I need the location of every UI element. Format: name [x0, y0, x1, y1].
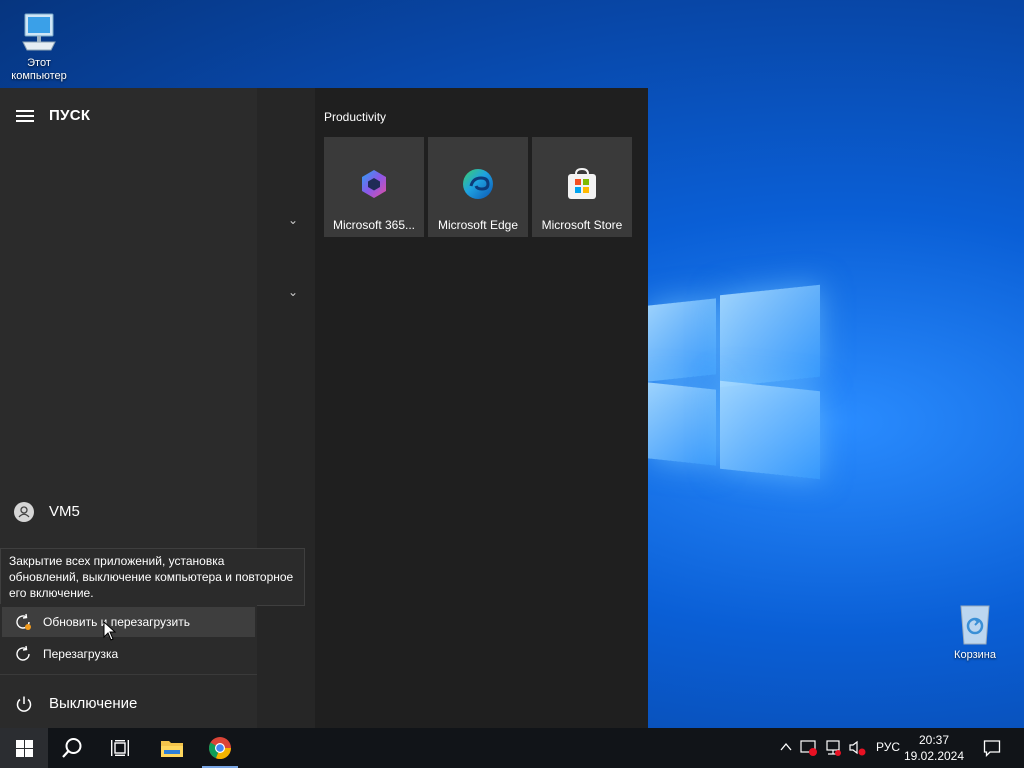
update-restart-icon — [14, 613, 32, 631]
tile-microsoft-365[interactable]: Microsoft 365... — [324, 137, 424, 237]
chrome-icon — [208, 737, 232, 760]
volume-tray-button[interactable] — [847, 728, 867, 768]
desktop-icon-label: Этот компьютер — [11, 57, 67, 82]
security-warning-icon — [800, 740, 817, 756]
store-icon — [565, 167, 599, 201]
start-header: ПУСК — [0, 102, 257, 130]
desktop-icon-label: Корзина — [954, 649, 996, 661]
network-tray-button[interactable] — [823, 728, 843, 768]
power-icon — [14, 694, 34, 714]
security-tray-button[interactable] — [799, 728, 819, 768]
user-avatar-icon — [14, 502, 34, 522]
show-hidden-icons-button[interactable] — [778, 728, 794, 768]
task-view-button[interactable] — [96, 728, 144, 768]
chevron-down-icon[interactable]: ⌄ — [288, 213, 298, 227]
folder-icon — [161, 741, 183, 757]
tile-group-title: Productivity — [324, 110, 387, 124]
restart-icon — [14, 645, 32, 663]
start-collapsed-list: ⌄ ⌄ — [257, 88, 315, 728]
search-icon — [62, 738, 82, 758]
start-title: ПУСК — [49, 107, 91, 124]
option-label: Перезагрузка — [43, 647, 119, 661]
restart-option[interactable]: Перезагрузка — [2, 639, 255, 669]
recycle-bin-icon — [953, 602, 997, 646]
tile-microsoft-edge[interactable]: Microsoft Edge — [428, 137, 528, 237]
computer-icon — [17, 10, 61, 54]
language-indicator[interactable]: РУС — [876, 740, 900, 754]
volume-muted-icon — [849, 740, 866, 756]
user-name: VM5 — [49, 503, 80, 520]
action-center-button[interactable] — [978, 728, 1006, 768]
power-submenu: Обновить и перезагрузить Перезагрузка — [0, 604, 257, 672]
mouse-cursor-icon — [103, 620, 117, 646]
microsoft-365-icon — [357, 167, 391, 201]
file-explorer-button[interactable] — [148, 728, 196, 768]
start-menu: ПУСК VM5 Выключение ⌄ ⌄ Productivity Mic… — [0, 88, 648, 728]
search-button[interactable] — [48, 728, 96, 768]
chevron-down-icon[interactable]: ⌄ — [288, 285, 298, 299]
user-account-button[interactable]: VM5 — [0, 495, 257, 529]
tooltip: Закрытие всех приложений, установка обно… — [0, 548, 305, 606]
chevron-up-icon — [780, 742, 792, 751]
clock-date: 19.02.2024 — [903, 749, 965, 763]
chrome-button[interactable] — [196, 728, 244, 768]
start-button[interactable] — [0, 728, 48, 768]
tile-label: Microsoft Edge — [437, 218, 519, 232]
network-icon — [826, 740, 841, 756]
taskbar: РУС 20:37 19.02.2024 — [0, 728, 1024, 768]
edge-icon — [461, 167, 495, 201]
hamburger-menu-icon[interactable] — [16, 110, 34, 122]
update-and-restart-option[interactable]: Обновить и перезагрузить — [2, 607, 255, 637]
power-button[interactable]: Выключение — [0, 687, 257, 721]
clock[interactable]: 20:37 19.02.2024 — [902, 732, 966, 764]
task-view-icon — [111, 740, 129, 756]
desktop-icon-recycle-bin[interactable]: Корзина — [937, 602, 1013, 662]
clock-time: 20:37 — [918, 733, 950, 747]
notification-icon — [983, 740, 1001, 757]
wallpaper-windows-logo — [620, 284, 830, 485]
divider — [0, 674, 257, 675]
windows-logo-icon — [16, 740, 33, 757]
tile-label: Microsoft 365... — [332, 218, 416, 232]
power-label: Выключение — [49, 695, 138, 712]
tile-label: Microsoft Store — [541, 218, 623, 232]
tile-microsoft-store[interactable]: Microsoft Store — [532, 137, 632, 237]
desktop-icon-this-pc[interactable]: Этот компьютер — [1, 10, 77, 83]
